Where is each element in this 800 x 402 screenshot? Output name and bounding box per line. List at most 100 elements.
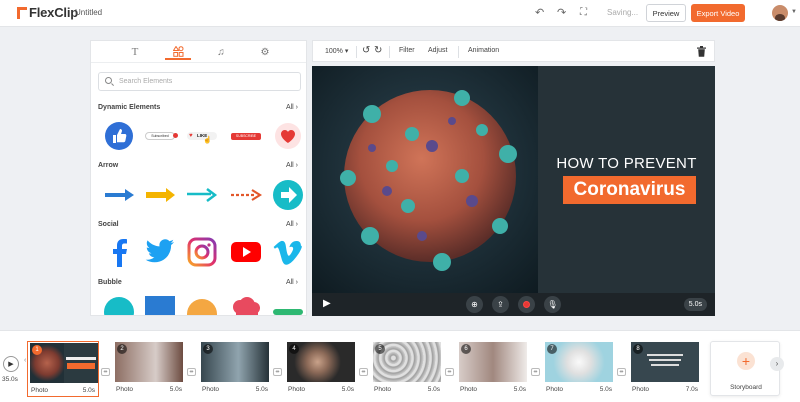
right-arrow-icon — [146, 188, 175, 202]
all-social-link[interactable]: All › — [286, 221, 298, 228]
timeline-clip-8[interactable]: 8 Photo 7.0s — [629, 341, 701, 397]
vimeo-element[interactable] — [271, 235, 305, 269]
undo-icon[interactable]: ↶ — [535, 6, 544, 20]
all-arrow-link[interactable]: All › — [286, 162, 298, 169]
settings-icon: ⚙ — [260, 46, 270, 58]
arrow-element-circle[interactable] — [271, 178, 305, 212]
clip-type: Photo — [31, 387, 48, 394]
timeline-clip-1[interactable]: 1 Photo 5.0s — [27, 341, 99, 397]
divider — [389, 46, 390, 58]
clip-number: 3 — [203, 344, 213, 354]
flexclip-logo-icon — [17, 6, 27, 20]
all-dynamic-link[interactable]: All › — [286, 104, 298, 111]
animation-button[interactable]: Animation — [468, 47, 499, 54]
transition-icon[interactable]: ⇹ — [531, 368, 540, 376]
add-storyboard-button[interactable]: + Storyboard — [710, 341, 780, 396]
zoom-select[interactable]: 100% ▾ — [325, 47, 348, 55]
bubble-element-1[interactable] — [102, 295, 136, 315]
clip-duration: 5.0s — [513, 386, 526, 393]
trash-icon[interactable] — [697, 46, 706, 57]
microphone-icon[interactable]: 🎙 — [544, 296, 561, 313]
all-bubble-link[interactable]: All › — [286, 279, 298, 286]
clip-duration: 5.0s — [427, 386, 440, 393]
redo-icon[interactable]: ↷ — [557, 6, 566, 20]
logo[interactable]: FlexClip — [17, 5, 78, 20]
clip-type: Photo — [288, 386, 305, 393]
right-arrow-icon — [231, 189, 262, 201]
divider — [356, 46, 357, 58]
chevron-left-icon[interactable]: ‹ — [24, 357, 26, 364]
heart-element[interactable] — [271, 119, 305, 153]
arrow-element-dashed[interactable] — [229, 178, 263, 212]
search-input[interactable]: Search Elements — [98, 72, 301, 91]
video-title-line1[interactable]: HOW TO PREVENT — [538, 155, 715, 172]
record-icon — [523, 301, 530, 308]
bubble-element-5[interactable] — [271, 295, 305, 315]
transition-icon[interactable]: ⇹ — [617, 368, 626, 376]
timeline-clip-3[interactable]: 3 Photo 5.0s — [199, 341, 271, 397]
bubble-element-3[interactable] — [185, 295, 219, 315]
avatar[interactable] — [772, 5, 788, 21]
instagram-element[interactable] — [185, 235, 219, 269]
preview-button[interactable]: Preview — [646, 4, 686, 22]
subscribe-label: SUBSCRIBE — [235, 133, 257, 138]
transition-icon[interactable]: ⇹ — [359, 368, 368, 376]
clip-duration: 5.0s — [255, 386, 268, 393]
timeline-clip-4[interactable]: 4 Photo 5.0s — [285, 341, 357, 397]
upload-icon[interactable]: ⇪ — [492, 296, 509, 313]
tab-music[interactable]: ♫ — [208, 44, 234, 60]
rotate-right-icon[interactable]: ↻ — [374, 45, 382, 56]
timeline-clip-7[interactable]: 7 Photo 5.0s — [543, 341, 615, 397]
tab-settings[interactable]: ⚙ — [252, 44, 278, 60]
arrow-element-teal[interactable] — [185, 178, 219, 212]
twitter-element[interactable] — [143, 235, 177, 269]
like-element[interactable]: ♥ LIKE ☝ — [185, 119, 219, 153]
transition-icon[interactable]: ⇹ — [101, 368, 110, 376]
arrow-element-blue[interactable] — [102, 178, 136, 212]
chevron-right-icon[interactable]: › — [770, 357, 784, 371]
subscribed-element[interactable]: Subscribed — [143, 119, 178, 153]
clip-number: 7 — [547, 344, 557, 354]
arrow-element-yellow[interactable] — [143, 178, 177, 212]
youtube-element[interactable] — [229, 235, 263, 269]
transition-icon[interactable]: ⇹ — [273, 368, 282, 376]
saving-status: Saving... — [607, 8, 639, 17]
fullscreen-icon[interactable]: ⛶ — [580, 6, 587, 20]
panel-tabs: T ♫ ⚙ — [91, 41, 306, 63]
tab-text[interactable]: T — [122, 44, 148, 60]
clip-duration: 5.0s — [599, 386, 612, 393]
heart-icon: ♥ — [189, 133, 193, 139]
divider — [458, 46, 459, 58]
transition-icon[interactable]: ⇹ — [445, 368, 454, 376]
clip-duration: 5.0s — [82, 387, 95, 394]
video-canvas[interactable]: HOW TO PREVENT Coronavirus ▶ ⊕ ⇪ 🎙 5.0s — [312, 66, 715, 316]
video-title-line2[interactable]: Coronavirus — [563, 176, 696, 204]
rotate-left-icon[interactable]: ↺ — [362, 45, 370, 56]
bubble-element-2[interactable] — [143, 295, 177, 315]
arrow-row — [99, 178, 303, 212]
thumbs-up-icon — [105, 122, 133, 150]
export-video-button[interactable]: Export Video — [691, 4, 745, 22]
project-title[interactable]: Untitled — [75, 8, 102, 17]
arrow-circle-icon — [273, 180, 303, 210]
social-row — [99, 235, 302, 269]
record-button[interactable] — [518, 296, 535, 313]
transition-icon[interactable]: ⇹ — [187, 368, 196, 376]
globe-icon[interactable]: ⊕ — [466, 296, 483, 313]
chevron-down-icon[interactable]: ▼ — [791, 9, 797, 15]
filter-button[interactable]: Filter — [399, 47, 415, 54]
facebook-element[interactable] — [102, 235, 136, 269]
cloud-bubble-icon — [233, 297, 260, 315]
dynamic-elements-row: Subscribed ♥ LIKE ☝ SUBSCRIBE — [99, 119, 301, 153]
tab-elements[interactable] — [165, 44, 191, 60]
adjust-button[interactable]: Adjust — [428, 47, 447, 54]
bubble-element-4[interactable] — [229, 295, 263, 315]
section-title-dynamic: Dynamic Elements — [98, 104, 161, 111]
play-all-button[interactable]: ▶ — [3, 356, 19, 372]
subscribe-element[interactable]: SUBSCRIBE — [229, 119, 263, 153]
timeline-clip-2[interactable]: 2 Photo 5.0s — [113, 341, 185, 397]
timeline-clip-6[interactable]: 6 Photo 5.0s — [457, 341, 529, 397]
play-icon[interactable]: ▶ — [323, 298, 331, 309]
thumbs-up-element[interactable] — [102, 119, 136, 153]
timeline-clip-5[interactable]: 5 Photo 5.0s — [371, 341, 443, 397]
